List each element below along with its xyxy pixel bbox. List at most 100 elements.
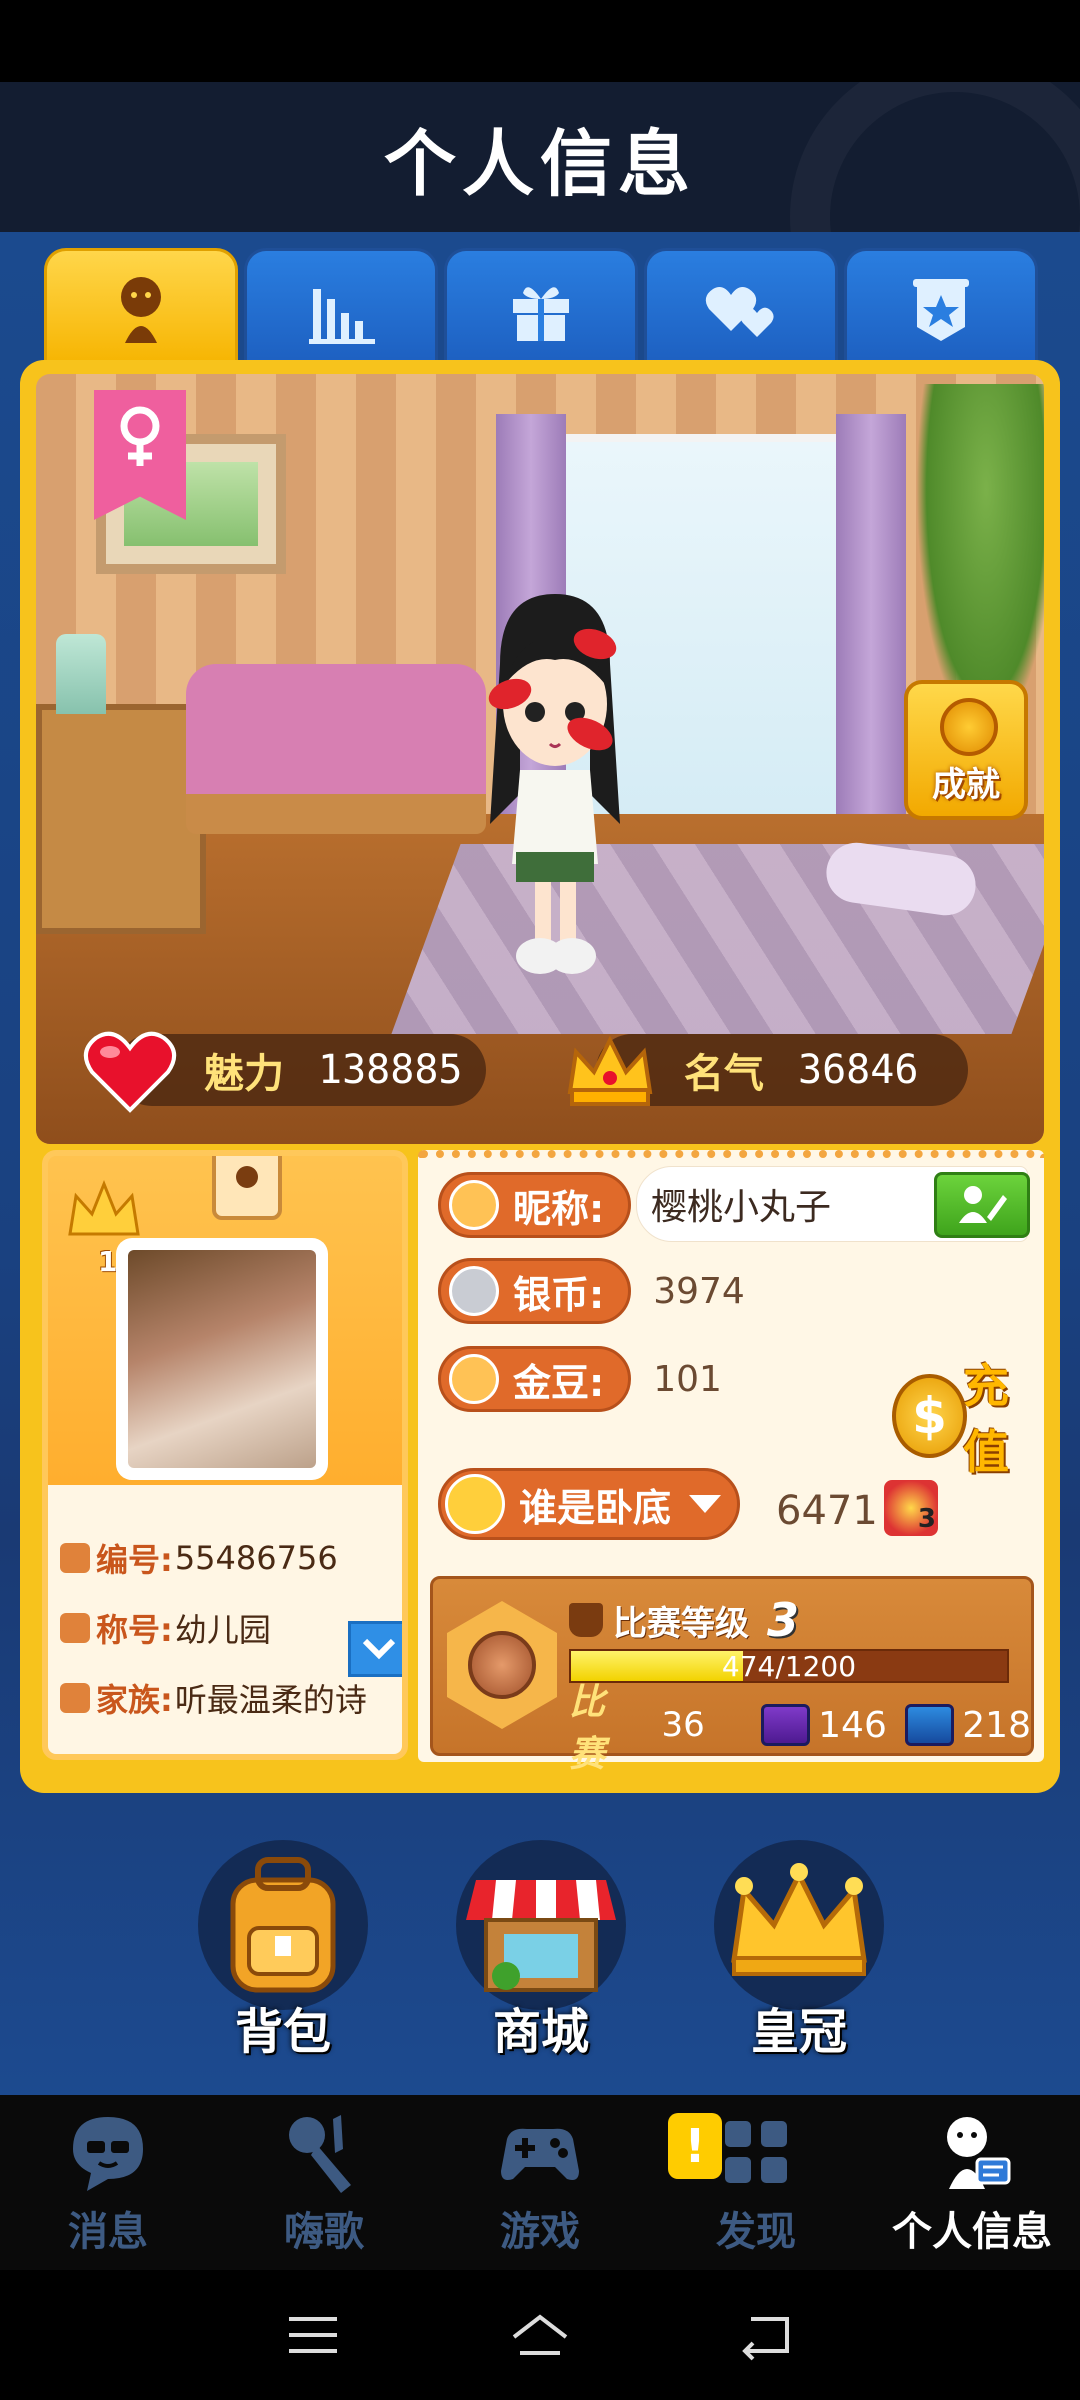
shop-circle xyxy=(456,1840,626,2010)
nav-karaoke[interactable]: 嗨歌 xyxy=(216,2095,432,2270)
nav-games[interactable]: 游戏 xyxy=(432,2095,648,2270)
nickname-label: 昵称: xyxy=(513,1186,605,1231)
match-label: 比赛 xyxy=(569,1682,606,1775)
screen: 个人信息 成就 魅力 138885 名气 36846 编号: 55486756 … xyxy=(0,0,1080,2400)
bean-pill: 金豆: xyxy=(438,1346,632,1412)
match-progress-bar: 474/1200 xyxy=(569,1649,1009,1683)
match-stats-row: 比赛 36 146 218 xyxy=(569,1682,1031,1775)
silver-label: 银币: xyxy=(513,1272,605,1317)
bar-chart-icon xyxy=(309,288,375,344)
title-row: 称号: 幼儿园 xyxy=(60,1600,271,1656)
match-level-value: 3 xyxy=(767,1593,800,1647)
person-icon xyxy=(121,276,161,343)
title-label: 称号: xyxy=(96,1611,173,1649)
shop-button[interactable]: 商城 xyxy=(456,1840,626,2070)
game-score: 6471 xyxy=(776,1488,878,1534)
camera-icon[interactable] xyxy=(212,1156,282,1220)
fame-stat: 名气 36846 xyxy=(567,1034,968,1106)
title-dropdown-button[interactable] xyxy=(348,1621,402,1677)
gift-icon xyxy=(513,286,569,341)
match-level-label: 比赛等级 xyxy=(613,1603,749,1644)
backpack-button[interactable]: 背包 xyxy=(198,1840,368,2070)
heart-icon xyxy=(84,1031,176,1113)
profile-card: 10天 编号: 55486756 称号: 幼儿园 家族: 听最温柔的诗 xyxy=(42,1150,408,1760)
system-nav-bar xyxy=(0,2270,1080,2400)
curtain-right xyxy=(836,414,906,844)
microphone-icon xyxy=(289,2114,351,2193)
family-label: 家族: xyxy=(96,1681,173,1719)
alert-badge: ! xyxy=(668,2113,722,2179)
family-row: 家族: 听最温柔的诗 xyxy=(60,1670,367,1726)
menu-icon[interactable] xyxy=(283,2305,343,2365)
tab-gifts[interactable] xyxy=(444,248,638,366)
user-icon xyxy=(449,1180,499,1230)
photo-image xyxy=(128,1250,316,1468)
crown-icon xyxy=(567,1035,653,1106)
nav-discover[interactable]: ! 发现 xyxy=(648,2095,864,2270)
medal-icon xyxy=(940,698,998,756)
tab-stats[interactable] xyxy=(244,248,438,366)
chevron-down-icon xyxy=(362,1638,396,1660)
tab-honors[interactable] xyxy=(844,248,1038,366)
tab-friends[interactable] xyxy=(644,248,838,366)
home-icon[interactable] xyxy=(510,2305,570,2365)
id-row: 编号: 55486756 xyxy=(60,1530,338,1586)
nav-messages-label: 消息 xyxy=(68,2208,148,2255)
back-icon[interactable] xyxy=(737,2305,797,2365)
fame-label: 名气 xyxy=(684,1051,764,1097)
nav-messages[interactable]: 消息 xyxy=(0,2095,216,2270)
hearts-icon xyxy=(705,286,774,337)
blue-badge-count: 218 xyxy=(962,1704,1031,1746)
profile-photo[interactable] xyxy=(116,1238,328,1480)
gamepad-icon xyxy=(501,2128,579,2180)
crown-button[interactable]: 皇冠 xyxy=(714,1840,884,2070)
id-label: 编号: xyxy=(96,1541,173,1579)
header: 个人信息 xyxy=(0,82,1080,232)
id-card-icon xyxy=(60,1543,90,1573)
family-icon xyxy=(60,1683,90,1713)
profile-panel: 成就 魅力 138885 名气 36846 10天 编号: 55486756 xyxy=(20,360,1060,1793)
edit-profile-icon xyxy=(959,1186,1007,1223)
dollar-coin-icon: $ xyxy=(892,1374,967,1458)
avatar-room: 成就 魅力 138885 名气 36846 xyxy=(36,374,1044,1144)
match-panel: 比赛等级 3 474/1200 比赛 36 146 218 xyxy=(430,1576,1034,1775)
crown-icon xyxy=(731,1863,867,1976)
nav-profile[interactable]: 个人信息 xyxy=(864,2095,1080,2270)
status-bar xyxy=(0,0,1080,82)
trophy-icon xyxy=(569,1603,603,1637)
bronze-medal-icon xyxy=(447,1601,557,1729)
bean-row: 金豆: 101 xyxy=(438,1346,722,1412)
recharge-button[interactable]: $ 充值 xyxy=(892,1359,1044,1479)
nav-games-label: 游戏 xyxy=(500,2208,580,2255)
id-value: 55486756 xyxy=(174,1539,338,1577)
star-badge-icon xyxy=(913,278,969,341)
backpack-label: 背包 xyxy=(234,2004,331,2060)
avatar-character[interactable] xyxy=(480,594,630,984)
tab-profile[interactable] xyxy=(44,248,238,366)
reward-badge-count: 3 xyxy=(917,1504,936,1534)
match-count: 36 xyxy=(661,1705,705,1745)
message-icon xyxy=(73,2116,143,2191)
recharge-label: 充值 xyxy=(962,1359,1009,1479)
edit-nickname-button[interactable] xyxy=(934,1172,1030,1238)
charm-stat: 魅力 138885 xyxy=(84,1031,486,1113)
achievement-button[interactable]: 成就 xyxy=(904,680,1028,820)
charm-label: 魅力 xyxy=(204,1051,284,1097)
nav-karaoke-label: 嗨歌 xyxy=(284,2208,364,2255)
nickname-row: 昵称: xyxy=(438,1172,632,1238)
header-decoration xyxy=(790,82,1080,232)
page-title: 个人信息 xyxy=(383,120,696,206)
match-level: 比赛等级 3 xyxy=(569,1593,799,1647)
title-value: 幼儿园 xyxy=(174,1611,271,1649)
info-card: 昵称: 樱桃小丸子 银币: 3974 金豆: 101 $ 充值 谁是卧底 647… xyxy=(418,1150,1044,1775)
female-icon xyxy=(120,406,160,466)
fame-value: 36846 xyxy=(798,1047,919,1093)
bean-value: 101 xyxy=(653,1358,722,1400)
purple-badge-count: 146 xyxy=(818,1704,887,1746)
title-icon xyxy=(60,1613,90,1643)
game-select[interactable]: 谁是卧底 xyxy=(438,1468,740,1540)
shop-icon xyxy=(466,1880,616,1992)
silver-coin-icon xyxy=(449,1266,499,1316)
profile-icon xyxy=(947,2116,1011,2189)
room-lamp xyxy=(56,634,106,714)
